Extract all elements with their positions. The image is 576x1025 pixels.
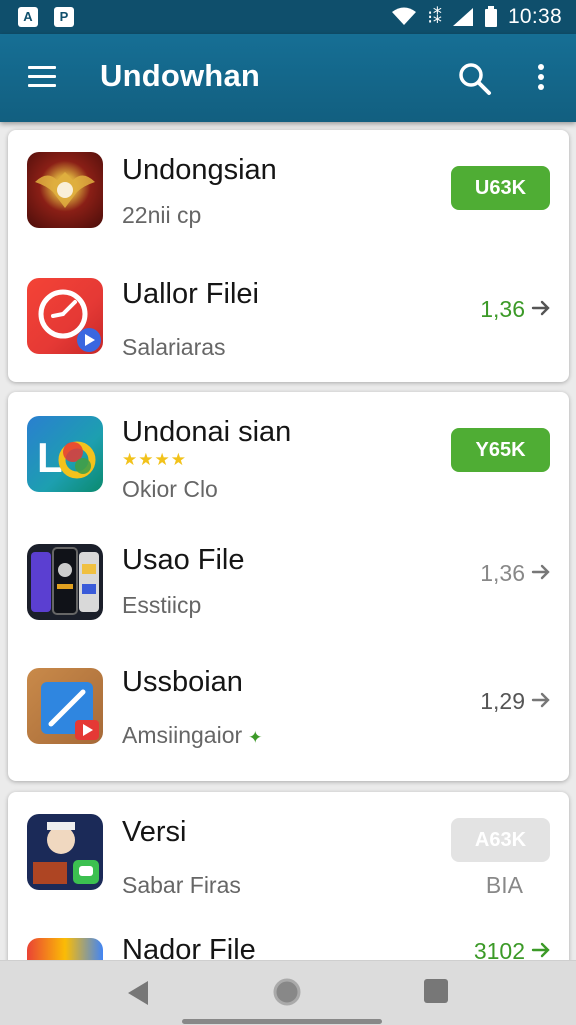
version-label: 1,36 [480,296,525,322]
version-label: 1,36 [480,560,525,586]
battery-icon [484,6,497,27]
menu-icon[interactable] [28,66,56,88]
phone-screens-app-icon [27,544,103,620]
lo-app-icon: L [27,416,103,492]
navigation-bar [0,960,576,1025]
recents-icon[interactable] [424,979,448,1003]
app-name: Undongsian [122,154,277,186]
status-bar: A P ⁝⁑ 10:38 [0,0,576,34]
version-label: 1,29 [480,688,525,714]
app-subtitle: Salariaras [122,334,226,360]
status-notification-icons: A P [18,7,74,27]
signal-icon [452,8,473,26]
app-bar: Undowhan [0,34,576,122]
list-item[interactable]: Undongsian 22nii cp U63K [8,130,569,256]
app-subtitle: 22nii cp [122,202,202,228]
list-item[interactable]: Uallor Filei Salariaras 1,36 [8,256,569,382]
version-link[interactable]: 1,36 [480,560,551,587]
home-icon[interactable] [272,977,302,1007]
app-name: Usao File [122,544,245,576]
more-vert-icon[interactable] [528,64,554,94]
app-subtitle-text: Amsiingaior [122,722,243,748]
status-label: BIA [485,872,523,898]
list-item[interactable]: L Undonai sian ★★★★ Okior Clo Y65K [8,392,569,524]
notification-app-icon: P [54,7,74,27]
app-name: Undonai sian [122,416,292,448]
app-subtitle: Amsiingaior ✦ [122,722,262,749]
rating-stars: ★★★★ [122,450,187,469]
list-item[interactable]: Usao File Esstiicp 1,36 [8,524,569,652]
vibrate-icon: ⁝⁑ [427,7,442,27]
app-name: Uallor Filei [122,278,259,310]
app-card: Undongsian 22nii cp U63K Uallor Filei Sa… [8,130,569,382]
action-pill-button[interactable]: A63K [451,818,550,862]
arrow-right-icon [531,692,550,708]
clock-app-icon [27,278,103,354]
status-system-icons: ⁝⁑ 10:38 [391,5,562,29]
arrow-right-icon [531,942,550,958]
gesture-handle[interactable] [182,1019,382,1024]
app-subtitle: Sabar Firas [122,872,241,898]
search-icon[interactable] [458,62,492,96]
action-pill-button[interactable]: Y65K [451,428,550,472]
action-pill-button[interactable]: U63K [451,166,550,210]
app-card: L Undonai sian ★★★★ Okior Clo Y65K Usao … [8,392,569,781]
list-item[interactable]: Versi Sabar Firas A63K BIA [8,792,569,924]
list-item[interactable]: Ussboian Amsiingaior ✦ 1,29 [8,652,569,781]
app-name: Ussboian [122,666,243,698]
version-link[interactable]: 1,29 [480,688,551,715]
arrow-right-icon [531,300,550,316]
app-card: Versi Sabar Firas A63K BIA Nador File 31… [8,792,569,972]
app-title: Undowhan [100,58,261,93]
status-time: 10:38 [507,5,562,28]
app-name: Versi [122,816,187,848]
app-subtitle: Esstiicp [122,592,202,618]
app-subtitle: Okior Clo [122,476,218,502]
sparkle-icon: ✦ [248,728,263,747]
pen-app-icon [27,668,103,744]
version-link[interactable]: 1,36 [480,296,551,323]
wifi-icon [392,7,417,25]
arrow-right-icon [531,564,550,580]
notification-app-icon: A [18,7,38,27]
emblem-app-icon [27,152,103,228]
back-icon[interactable] [126,979,150,1007]
profile-app-icon [27,814,103,890]
